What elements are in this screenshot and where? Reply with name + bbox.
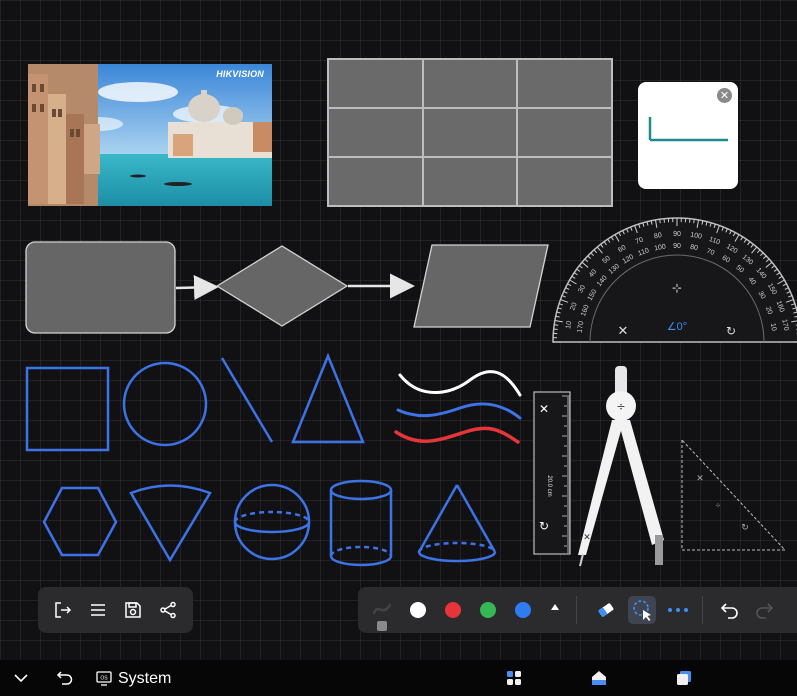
hexagon-shape[interactable] (42, 486, 118, 557)
home-icon[interactable] (591, 670, 607, 686)
set-square-close-icon[interactable]: ✕ (696, 474, 704, 484)
exit-icon[interactable] (49, 596, 77, 624)
svg-text:OS: OS (100, 676, 108, 682)
white-ink-stroke[interactable] (398, 370, 522, 397)
protractor-close-icon[interactable]: ✕ (618, 324, 629, 339)
redo-icon[interactable] (754, 600, 774, 620)
protractor-tick-label: 10 (565, 320, 573, 329)
set-square-rotate-icon[interactable]: ↻ (741, 523, 749, 533)
undo-icon[interactable] (720, 600, 740, 620)
toolbar-divider (702, 596, 703, 624)
protractor-tick-label: 90 (673, 231, 681, 238)
canvas-drawing-layer: 1701016020150301404013050120601107010080… (25, 217, 797, 567)
protractor-tick-label: 80 (654, 232, 663, 240)
flowchart-io-parallelogram[interactable] (413, 244, 549, 328)
file-toolbar (38, 587, 193, 633)
sector-shape[interactable] (129, 484, 212, 563)
ruler-tool[interactable]: ✕ 20.0 cm ↻ (533, 391, 571, 555)
flowchart-arrow[interactable] (175, 275, 219, 301)
compass-tool[interactable]: ÷ ✕ (578, 366, 664, 567)
set-square-center-icon: ⊹ (715, 502, 720, 509)
color-white-swatch[interactable] (410, 602, 426, 618)
protractor-angle-readout: ∠0° (667, 321, 687, 333)
color-green-swatch[interactable] (480, 602, 496, 618)
square-shape[interactable] (25, 366, 110, 452)
save-icon[interactable] (119, 596, 147, 624)
menu-icon[interactable] (84, 596, 112, 624)
ruler-length-readout: 20.0 cm (546, 475, 552, 496)
color-blue-swatch[interactable] (515, 602, 531, 618)
cylinder-shape[interactable] (329, 479, 393, 567)
protractor-center-icon: ⊹ (672, 281, 682, 295)
system-label[interactable]: System (118, 670, 171, 688)
compass-adjust-icon: ÷ (616, 400, 625, 413)
compass-close-icon[interactable]: ✕ (583, 533, 591, 543)
pen-icon[interactable] (370, 597, 396, 631)
flowchart-decision-diamond[interactable] (215, 245, 349, 327)
ruler-close-icon[interactable]: ✕ (539, 402, 549, 416)
eraser-icon[interactable] (596, 600, 616, 620)
more-icon[interactable] (666, 600, 690, 620)
protractor-tick (693, 219, 695, 224)
ruler-rotate-icon[interactable]: ↻ (539, 519, 549, 533)
system-icon[interactable]: OS (96, 671, 112, 686)
rotate-icon[interactable]: ↻ (726, 324, 736, 338)
window-icon[interactable] (676, 670, 692, 686)
protractor-tick-label: 10 (769, 323, 777, 332)
flowchart-process-box[interactable] (25, 241, 176, 334)
back-icon[interactable] (56, 669, 74, 687)
toolbar-divider (576, 596, 577, 624)
protractor-tool[interactable]: 1701016020150301404013050120601107010080… (552, 217, 797, 343)
lasso-select-icon[interactable] (628, 596, 656, 624)
system-taskbar: OS System (0, 660, 797, 696)
share-icon[interactable] (154, 596, 182, 624)
red-ink-stroke[interactable] (394, 426, 520, 444)
cone-shape[interactable] (417, 484, 497, 563)
color-red-swatch[interactable] (445, 602, 461, 618)
apps-icon[interactable] (506, 670, 522, 686)
protractor-tick-label: 90 (673, 243, 681, 250)
chevron-down-icon[interactable] (12, 670, 30, 686)
triangle-shape[interactable] (291, 352, 365, 444)
protractor-tick (659, 219, 661, 224)
protractor-tick (554, 324, 559, 326)
expand-up-icon[interactable] (551, 604, 559, 610)
blue-ink-stroke[interactable] (396, 402, 522, 420)
protractor-tick-label: 80 (689, 244, 698, 252)
circle-shape[interactable] (122, 361, 208, 447)
sphere-shape[interactable] (233, 483, 311, 561)
drawing-toolbar (358, 587, 797, 633)
set-square-tool[interactable]: ✕ ⊹ ↻ (681, 438, 787, 551)
line-shape[interactable] (220, 357, 274, 443)
